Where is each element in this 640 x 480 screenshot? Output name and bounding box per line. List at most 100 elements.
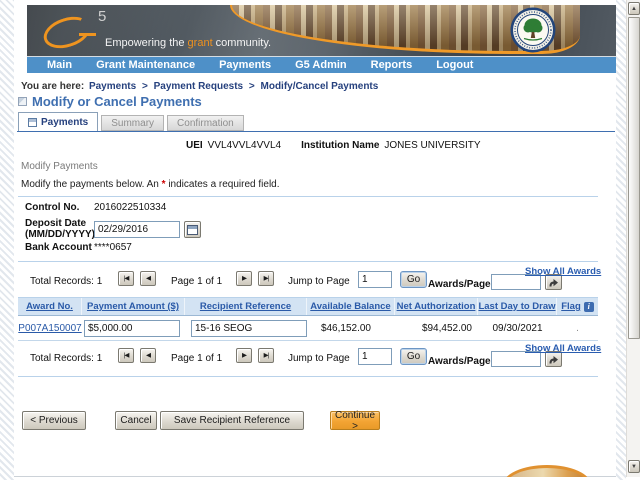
recipient-reference-input[interactable] [191, 319, 307, 337]
tab-underline [17, 131, 615, 132]
deposit-date-label: Deposit Date (MM/DD/YYYY) [25, 218, 95, 240]
nav-item-g5-admin[interactable]: G5 Admin [283, 59, 359, 71]
sort-available-balance[interactable]: Available Balance [310, 301, 390, 312]
action-button-bar: < Previous Cancel Save Recipient Referen… [14, 410, 616, 432]
breadcrumb-link-payments[interactable]: Payments [89, 81, 136, 92]
page-title-text: Modify or Cancel Payments [32, 94, 202, 109]
left-decorative-band [0, 0, 14, 480]
nav-item-payments[interactable]: Payments [207, 59, 283, 71]
sort-recipient-reference[interactable]: Recipient Reference [200, 301, 291, 312]
sort-award-no[interactable]: Award No. [26, 301, 73, 312]
tab-payments[interactable]: Payments [18, 112, 99, 131]
next-page-button[interactable]: ▶ [236, 348, 252, 363]
calendar-icon [187, 224, 198, 235]
save-recipient-reference-button[interactable]: Save Recipient Reference [160, 411, 304, 430]
page-title: Modify or Cancel Payments [18, 94, 202, 109]
previous-page-button[interactable]: ◀ [140, 271, 156, 286]
pagination-top: Total Records: 1 |◀ ◀ Page 1 of 1 ▶ ▶| J… [14, 265, 616, 296]
tab-confirmation[interactable]: Confirmation [167, 115, 244, 131]
available-balance-value: $46,152.00 [320, 322, 371, 334]
sort-net-authorization[interactable]: Net Authorization [397, 301, 476, 312]
instruction-text: Modify the payments below. An * indicate… [21, 179, 280, 190]
last-page-button[interactable]: ▶| [258, 271, 274, 286]
main-content: 5 Empowering the grant community. Main G… [14, 0, 616, 480]
tab-summary[interactable]: Summary [101, 115, 165, 131]
payments-table: Award No. Payment Amount ($) Recipient R… [18, 297, 598, 341]
first-page-button[interactable]: |◀ [118, 348, 134, 363]
jump-to-page-label: Jump to Page [288, 276, 350, 287]
sort-last-day-to-draw[interactable]: Last Day to Draw [478, 301, 555, 312]
deposit-date-input[interactable] [94, 221, 180, 238]
nav-item-main[interactable]: Main [27, 59, 84, 71]
nav-item-grant-maintenance[interactable]: Grant Maintenance [84, 59, 207, 71]
tagline-grant-highlight: grant [187, 37, 213, 49]
jump-to-page-label: Jump to Page [288, 353, 350, 364]
breadcrumb-link-modify-cancel[interactable]: Modify/Cancel Payments [261, 81, 379, 92]
last-day-to-draw-value: 09/30/2021 [492, 322, 543, 334]
jump-to-page-input[interactable] [358, 348, 392, 365]
total-records: Total Records: 1 [30, 353, 103, 364]
control-no-label: Control No. [25, 202, 80, 213]
calendar-button[interactable] [184, 221, 201, 238]
awards-per-page-label: Awards/Page: [428, 356, 494, 367]
right-decorative-band [616, 0, 626, 480]
sort-payment-amount[interactable]: Payment Amount ($) [87, 301, 179, 312]
cancel-button[interactable]: Cancel [115, 411, 157, 430]
award-number-link[interactable]: P007A150007 [18, 323, 81, 334]
window-icon [18, 97, 27, 106]
header-banner: 5 Empowering the grant community. [27, 5, 616, 56]
go-arrow-icon [549, 278, 558, 286]
department-of-education-seal-icon [510, 7, 556, 53]
first-page-button[interactable]: |◀ [118, 271, 134, 286]
bank-account-value: ****0657 [94, 242, 132, 253]
page-icon [28, 117, 37, 127]
g5-application-window: 5 Empowering the grant community. Main G… [0, 0, 640, 480]
flag-info-icon[interactable]: i [583, 301, 594, 312]
g5-logo-bar [79, 33, 96, 36]
last-page-button[interactable]: ▶| [258, 348, 274, 363]
uei-label: UEI [186, 140, 203, 151]
sort-flag[interactable]: Flag [561, 301, 581, 312]
g5-logo-5: 5 [98, 8, 107, 25]
page-indicator: Page 1 of 1 [171, 353, 223, 364]
previous-page-button[interactable]: ◀ [140, 348, 156, 363]
bank-account-label: Bank Account [25, 242, 92, 253]
pagination-bottom: Total Records: 1 |◀ ◀ Page 1 of 1 ▶ ▶| J… [14, 342, 616, 373]
go-button[interactable]: Go [400, 348, 427, 365]
nav-item-reports[interactable]: Reports [359, 59, 425, 71]
institution-summary: UEI VVL4VVL4VVL4 Institution Name JONES UNI… [186, 140, 501, 151]
institution-name-label: Institution Name [301, 140, 380, 151]
go-button[interactable]: Go [400, 271, 427, 288]
section-divider [18, 261, 598, 262]
section-divider [18, 376, 598, 377]
page-indicator: Page 1 of 1 [171, 276, 223, 287]
breadcrumb: You are here: Payments > Payment Request… [21, 81, 380, 92]
control-no-value: 2016022510334 [94, 202, 167, 213]
nav-item-logout[interactable]: Logout [424, 59, 485, 71]
jump-to-page-input[interactable] [358, 271, 392, 288]
main-nav: Main Grant Maintenance Payments G5 Admin… [27, 56, 616, 73]
breadcrumb-link-payment-requests[interactable]: Payment Requests [154, 81, 243, 92]
breadcrumb-separator: > [141, 81, 148, 92]
breadcrumb-separator: > [248, 81, 255, 92]
continue-button[interactable]: Continue > [330, 410, 380, 432]
payment-amount-input[interactable] [84, 319, 180, 337]
section-heading: Modify Payments [21, 161, 98, 172]
table-row: P007A150007 $46,152.00 $94,452.00 09/30/… [18, 316, 598, 341]
section-divider [18, 196, 598, 197]
scroll-up-button[interactable]: ▲ [628, 2, 640, 15]
tab-strip: Payments Summary Confirmation [18, 112, 244, 131]
scrollbar-thumb[interactable] [628, 17, 640, 339]
uei-value: VVL4VVL4VVL4 [207, 140, 282, 151]
table-header-row: Award No. Payment Amount ($) Recipient R… [18, 297, 598, 316]
net-authorization-value: $94,452.00 [421, 322, 472, 334]
show-all-awards-link[interactable]: Show All Awards [525, 343, 601, 354]
next-page-button[interactable]: ▶ [236, 271, 252, 286]
go-arrow-icon [549, 355, 558, 363]
scroll-down-button[interactable]: ▼ [628, 460, 640, 473]
vertical-scrollbar[interactable]: ▲ ▼ [626, 0, 640, 477]
breadcrumb-prefix: You are here: [21, 81, 85, 92]
previous-button[interactable]: < Previous [22, 411, 86, 430]
show-all-awards-link[interactable]: Show All Awards [525, 266, 601, 277]
total-records: Total Records: 1 [30, 276, 103, 287]
